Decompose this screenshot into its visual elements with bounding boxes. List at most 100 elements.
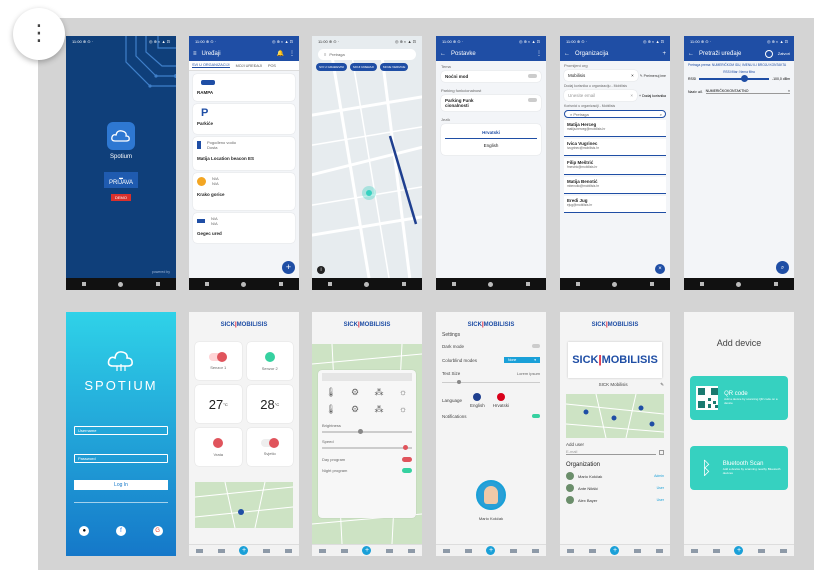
- tab-org-icon[interactable]: [386, 548, 394, 553]
- add-icon[interactable]: +: [734, 546, 744, 555]
- add-device-fab[interactable]: +: [282, 261, 295, 274]
- map-search-bar[interactable]: ≡ Pretraga: [318, 49, 416, 60]
- org-name-field[interactable]: Mobilisis ×: [564, 70, 638, 81]
- user-list-item[interactable]: Ivica Vugrinec ivugrinec@mobilisis.hr: [564, 139, 666, 156]
- member-list-item[interactable]: Ante Nikšić User: [566, 484, 664, 492]
- toggle-widget[interactable]: Senzor 1: [195, 342, 242, 380]
- tab-devices-icon[interactable]: [319, 548, 327, 553]
- device-card[interactable]: Pogođeno vodio Dosta Matija Location beac…: [193, 137, 295, 170]
- tab-all[interactable]: SVI U ORGANIZACIJI: [192, 63, 230, 68]
- add-icon[interactable]: +: [239, 546, 249, 555]
- tab-menu-icon[interactable]: [407, 548, 415, 553]
- user-list-item[interactable]: Matija Herceg matija.herceg@mobilisis.hr: [564, 120, 666, 137]
- fan-icon[interactable]: ⁂: [375, 387, 384, 398]
- text-size-slider[interactable]: [442, 380, 540, 384]
- menu-icon[interactable]: ≡: [193, 51, 197, 57]
- org-map[interactable]: [566, 394, 664, 438]
- home-icon[interactable]: [612, 281, 618, 287]
- recents-icon[interactable]: [155, 282, 160, 286]
- tab-org-icon[interactable]: [758, 548, 766, 553]
- home-icon[interactable]: [364, 281, 370, 287]
- settings-icon[interactable]: ⚙: [351, 404, 359, 415]
- member-list-item[interactable]: Alex Bayer User: [566, 496, 664, 504]
- night-program-toggle[interactable]: [402, 468, 412, 473]
- back-icon[interactable]: [576, 282, 581, 286]
- back-arrow-icon[interactable]: ←: [440, 51, 446, 57]
- home-icon[interactable]: [241, 281, 247, 287]
- environment-button[interactable]: ▬ PRIJAVA: [104, 172, 138, 188]
- settings-icon[interactable]: ⚙: [351, 387, 359, 398]
- parking-toggle[interactable]: [528, 98, 537, 102]
- device-card[interactable]: N/A N/A Gegec ured: [193, 213, 295, 243]
- notification-icon[interactable]: 🔔: [277, 50, 284, 57]
- tab-org-icon[interactable]: [634, 548, 642, 553]
- status-widget[interactable]: Senzor 2: [246, 342, 293, 380]
- tab-map-icon[interactable]: [464, 548, 472, 553]
- username-input[interactable]: Username: [74, 426, 168, 435]
- user-avatar[interactable]: [476, 480, 506, 510]
- tab-org-icon[interactable]: [510, 548, 518, 553]
- chip-mine[interactable]: MOJI UREĐAJI: [350, 63, 378, 71]
- slider-thumb[interactable]: [741, 75, 748, 82]
- edit-icon[interactable]: ✎: [660, 382, 664, 388]
- tab-devices-icon[interactable]: [196, 548, 204, 553]
- bluetooth-scan-option[interactable]: ᛒ Bluetooth Scan Add a device by scanning…: [690, 446, 788, 490]
- home-icon[interactable]: [736, 281, 742, 287]
- lang-hr-option[interactable]: Hrvatski: [493, 393, 509, 408]
- overflow-icon[interactable]: ⋮: [289, 50, 295, 57]
- mini-map[interactable]: [195, 482, 293, 528]
- recents-icon[interactable]: [401, 282, 406, 286]
- location-marker[interactable]: [362, 186, 376, 200]
- alert-widget[interactable]: Vrata: [195, 428, 242, 466]
- sun-icon[interactable]: ☼: [399, 387, 407, 398]
- user-list-item[interactable]: Filip Meštrić fmestric@mobilisis.hr: [564, 158, 666, 175]
- facebook-login-icon[interactable]: f: [115, 526, 126, 536]
- tab-pos[interactable]: POS: [268, 64, 276, 68]
- tab-menu-icon[interactable]: [284, 548, 292, 553]
- email-input[interactable]: E-mail: [566, 449, 656, 455]
- chip-versions[interactable]: MOJE VERIZIJE: [380, 63, 409, 71]
- login-button[interactable]: Log In: [74, 480, 168, 490]
- back-icon[interactable]: [82, 282, 87, 286]
- clear-icon[interactable]: ×: [631, 73, 634, 78]
- recents-icon[interactable]: [278, 282, 283, 286]
- add-icon[interactable]: +: [610, 546, 620, 555]
- device-card[interactable]: RAMPA: [193, 74, 295, 101]
- day-program-toggle[interactable]: [402, 457, 412, 462]
- temperature-widget[interactable]: 27 °C: [195, 385, 242, 423]
- home-icon[interactable]: [118, 281, 124, 287]
- tab-map-icon[interactable]: [217, 548, 225, 553]
- device-card[interactable]: P Parkiće: [193, 104, 295, 134]
- recents-icon[interactable]: [773, 282, 778, 286]
- language-option[interactable]: English: [445, 139, 537, 152]
- device-card[interactable]: N/A N/A Krako gorice: [193, 173, 295, 210]
- tab-devices-icon[interactable]: [443, 548, 451, 553]
- search-fab[interactable]: ⌕: [776, 261, 789, 274]
- add-user-email-input[interactable]: Unesite email ×: [564, 90, 638, 101]
- tab-devices-icon[interactable]: [691, 548, 699, 553]
- clear-icon[interactable]: ×: [630, 93, 633, 98]
- recents-icon[interactable]: [525, 282, 530, 286]
- add-fab[interactable]: ×: [655, 264, 665, 274]
- password-input[interactable]: Password: [74, 454, 168, 463]
- home-icon[interactable]: [488, 281, 494, 287]
- temperature-widget[interactable]: 28 °C: [246, 385, 293, 423]
- sun-icon[interactable]: ☼: [399, 404, 407, 415]
- colorblind-select[interactable]: None ▾: [504, 357, 540, 363]
- google-login-icon[interactable]: G: [152, 526, 163, 536]
- dark-mode-toggle[interactable]: [528, 74, 537, 78]
- tab-org-icon[interactable]: [263, 548, 271, 553]
- thermometer-icon[interactable]: 🌡: [325, 404, 336, 415]
- back-icon[interactable]: [205, 282, 210, 286]
- apple-login-icon[interactable]: ●: [79, 526, 90, 536]
- add-icon[interactable]: +: [362, 546, 372, 555]
- tab-map-icon[interactable]: [588, 548, 596, 553]
- back-arrow-icon[interactable]: ←: [688, 51, 694, 57]
- search-input[interactable]: NUMERIČKOKONTAKTNO ×: [705, 89, 790, 94]
- user-list-item[interactable]: Matija Benotić mbenotic@mobilisis.hr: [564, 177, 666, 194]
- add-icon[interactable]: +: [486, 546, 496, 555]
- info-button[interactable]: i: [317, 266, 325, 274]
- slider-thumb[interactable]: [358, 429, 363, 434]
- qr-code-option[interactable]: QR code Add a device by scanning QR code …: [690, 376, 788, 420]
- member-list-item[interactable]: Mario Kokčak Admin: [566, 472, 664, 480]
